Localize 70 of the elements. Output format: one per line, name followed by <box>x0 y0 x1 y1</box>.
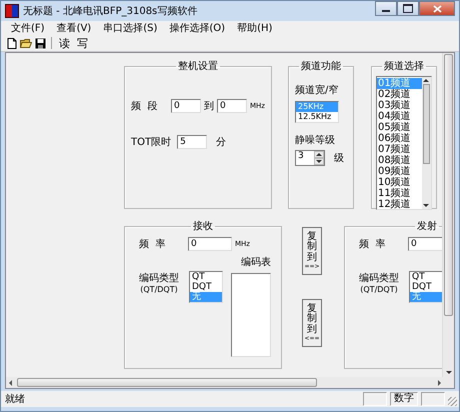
close-icon <box>432 4 442 12</box>
save-icon[interactable] <box>35 38 46 48</box>
list-scrollbar[interactable] <box>422 77 431 209</box>
list-item[interactable]: 06频道 <box>376 133 422 144</box>
list-item[interactable]: 08频道 <box>376 155 422 166</box>
menu-item[interactable]: 串口选择(S) <box>97 21 164 35</box>
channel-list[interactable]: 01频道 02频道 03频道 04频道 05频道 06频道 07频道 08频道 09频道 10频道 11频道 12频道 <box>376 76 432 210</box>
channel-width-label: 频道宽/窄 <box>294 84 340 97</box>
list-item[interactable]: 07频道 <box>376 144 422 155</box>
band-to-field[interactable]: 0 <box>217 99 247 113</box>
menu-item[interactable]: 帮助(H) <box>231 21 278 35</box>
group-title: 整机设置 <box>176 60 219 73</box>
list-item[interactable]: DQT <box>410 282 442 292</box>
list-item[interactable]: 04频道 <box>376 111 422 122</box>
to-label: 到 <box>204 100 214 113</box>
vertical-scrollbar[interactable] <box>442 53 454 377</box>
menu-item[interactable]: 查看(V) <box>50 21 98 35</box>
channel-width-list[interactable]: 25KHz 12.5KHz <box>294 101 339 123</box>
resize-grip-icon[interactable] <box>448 397 457 406</box>
minimize-button[interactable] <box>375 1 397 16</box>
list-item[interactable]: 12.5KHz <box>296 112 338 122</box>
squelch-label: 静噪等级 <box>294 134 336 147</box>
list-item[interactable]: QT <box>190 272 222 282</box>
toolbar-button[interactable]: 读 <box>57 36 72 50</box>
list-item[interactable]: 11频道 <box>376 188 422 199</box>
band-from-field[interactable]: 0 <box>171 99 201 113</box>
code-table-list[interactable] <box>231 273 271 357</box>
list-item[interactable]: 09频道 <box>376 166 422 177</box>
list-item[interactable]: 05频道 <box>376 122 422 133</box>
list-item[interactable]: QT <box>410 272 442 282</box>
horizontal-scrollbar[interactable] <box>6 377 454 388</box>
group-title: 频道选择 <box>382 60 425 73</box>
app-icon <box>5 4 19 18</box>
window-title: 无标题 - 北峰电讯BFP_3108s写频软件 <box>23 4 198 18</box>
code-type-label: 编码类型 <box>359 272 399 285</box>
level-unit-label: 级 <box>334 152 344 165</box>
group-title: 接收 <box>192 220 214 233</box>
new-file-icon[interactable] <box>7 38 17 48</box>
code-type-list[interactable]: QT DQT 无 <box>409 271 442 303</box>
group-title: 频道功能 <box>300 60 342 73</box>
status-panel <box>363 392 387 406</box>
status-panel <box>421 392 445 406</box>
menu-item[interactable]: 文件(F) <box>5 21 51 35</box>
folder-icon[interactable] <box>20 38 32 48</box>
code-table-label: 编码表 <box>241 256 271 269</box>
list-item[interactable]: 12频道 <box>376 199 422 210</box>
band-label: 频 段 <box>131 100 158 113</box>
frequency-field[interactable]: 0 <box>408 237 442 251</box>
close-button[interactable] <box>419 1 455 16</box>
list-item[interactable]: 10频道 <box>376 177 422 188</box>
minute-label: 分 <box>216 136 226 149</box>
maximize-button[interactable] <box>397 1 419 16</box>
list-item[interactable]: 03频道 <box>376 100 422 111</box>
tot-label: TOT限时 <box>131 136 172 149</box>
code-type-hint: (QT/DQT) <box>360 285 398 294</box>
code-type-hint: (QT/DQT) <box>140 285 178 294</box>
status-panel: 数字 <box>390 392 418 406</box>
menu-item[interactable]: 操作选择(O) <box>163 21 232 35</box>
frequency-field[interactable]: 0 <box>188 237 232 251</box>
code-type-label: 编码类型 <box>139 272 179 285</box>
frequency-label: 频 率 <box>138 238 166 251</box>
list-item[interactable]: 02频道 <box>376 89 422 100</box>
group-title: 发射 <box>416 220 438 233</box>
squelch-spinner[interactable]: 3 <box>294 150 325 166</box>
list-item[interactable]: DQT <box>190 282 222 292</box>
tot-field[interactable]: 5 <box>177 135 208 149</box>
status-text: 就绪 <box>5 392 26 406</box>
code-type-list[interactable]: QT DQT 无 <box>189 271 223 303</box>
toolbar-button[interactable]: 写 <box>75 36 90 50</box>
frequency-label: 频 率 <box>358 238 386 251</box>
